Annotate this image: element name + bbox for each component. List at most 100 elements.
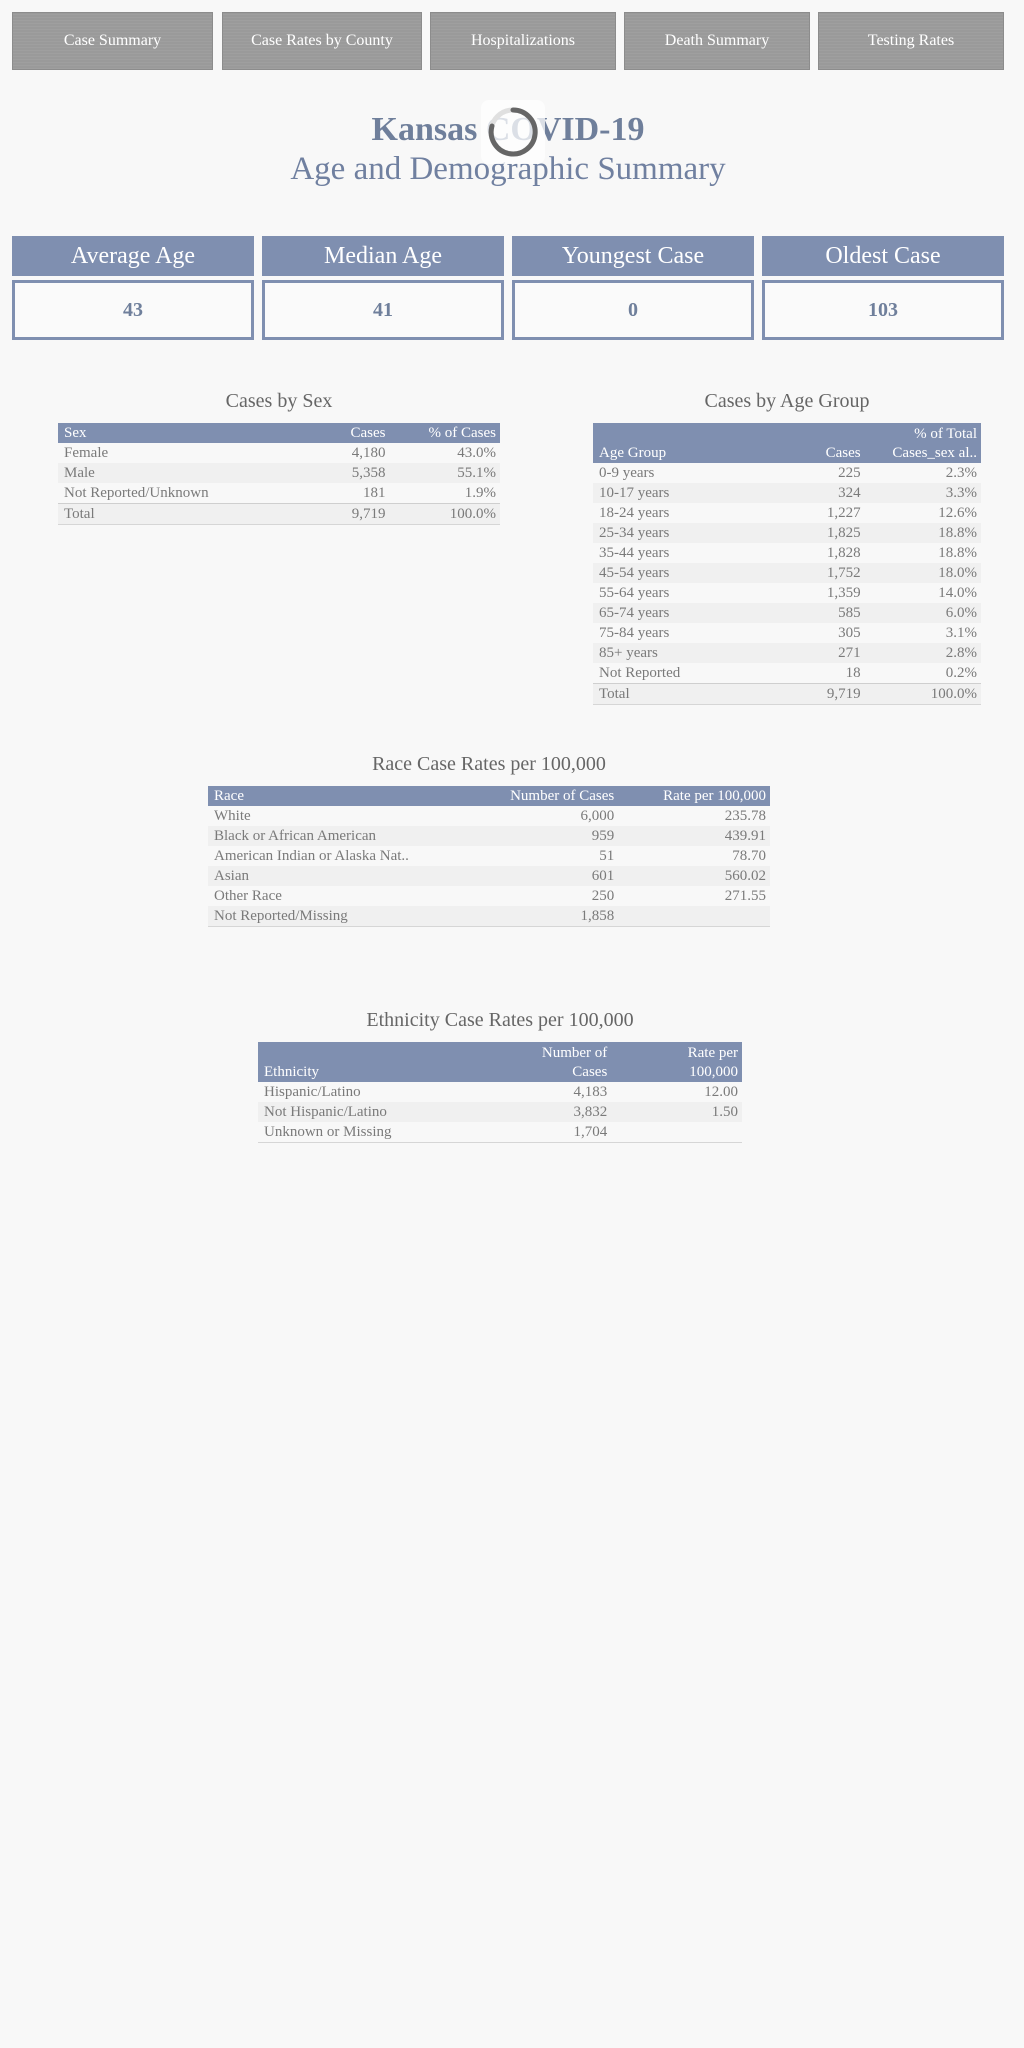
table-cell: 271.55 [618, 886, 770, 906]
table-cell: 959 [466, 826, 619, 846]
table-row: Female 4,180 43.0% [58, 443, 500, 463]
table-cell: 43.0% [389, 443, 500, 463]
table-cell: 14.0% [864, 583, 981, 603]
table-cell: 235.78 [618, 806, 770, 826]
kpi-average-age: Average Age 43 [12, 236, 254, 340]
table-row: 75-84 years 305 3.1% [593, 623, 981, 643]
table-cell: Not Reported [593, 663, 787, 684]
table-row: 35-44 years 1,828 18.8% [593, 543, 981, 563]
table-cell: White [208, 806, 467, 826]
column-header[interactable]: Race [208, 786, 467, 806]
table-cell: 55.1% [389, 463, 500, 483]
table-cell: American Indian or Alaska Nat.. [208, 846, 467, 866]
header-line: Cases [572, 1064, 608, 1080]
table-cell: 6.0% [864, 603, 981, 623]
table-cell: 51 [466, 846, 619, 866]
header-line: 100,000 [689, 1064, 738, 1080]
column-header[interactable]: Cases [787, 423, 865, 463]
race-table-title: Race Case Rates per 100,000 [372, 753, 606, 775]
column-header[interactable]: Number of Cases [480, 1042, 612, 1082]
table-row: Not Hispanic/Latino 3,832 1.50 [258, 1102, 742, 1122]
column-header[interactable]: Age Group [593, 423, 787, 463]
kpi-value: 103 [762, 280, 1004, 340]
table-cell [611, 1122, 742, 1143]
table-cell: 55-64 years [593, 583, 787, 603]
table-cell [618, 906, 770, 927]
table-cell: 100.0% [389, 503, 500, 525]
table-cell: 439.91 [618, 826, 770, 846]
table-row: 25-34 years 1,825 18.8% [593, 523, 981, 543]
sex-table-title: Cases by Sex [225, 390, 333, 412]
table-cell: Not Reported/Unknown [58, 483, 302, 504]
ethnicity-table: Ethnicity Number of Cases Rate per 100,000… [258, 1042, 742, 1143]
table-cell: 18-24 years [593, 503, 787, 523]
table-cell: 271 [787, 643, 865, 663]
nav-hospitalizations[interactable]: Hospitalizations [430, 12, 616, 70]
table-row: Unknown or Missing 1,704 [258, 1122, 742, 1143]
table-cell: 12.00 [611, 1082, 742, 1102]
column-header[interactable]: Rate per 100,000 [618, 786, 770, 806]
table-cell: Male [58, 463, 302, 483]
table-row: 10-17 years 324 3.3% [593, 483, 981, 503]
table-cell: 75-84 years [593, 623, 787, 643]
table-cell: 65-74 years [593, 603, 787, 623]
table-cell: 78.70 [618, 846, 770, 866]
table-cell: Not Reported/Missing [208, 906, 467, 927]
table-cell: 85+ years [593, 643, 787, 663]
table-cell: 1,227 [787, 503, 865, 523]
table-cell: 10-17 years [593, 483, 787, 503]
table-cell: 18.0% [864, 563, 981, 583]
table-row: 45-54 years 1,752 18.0% [593, 563, 981, 583]
nav-case-rates-by-county[interactable]: Case Rates by County [222, 12, 422, 70]
table-cell: 324 [787, 483, 865, 503]
column-header[interactable]: Rate per 100,000 [611, 1042, 742, 1082]
table-total-row: Total 9,719 100.0% [58, 503, 500, 525]
table-cell: 0-9 years [593, 463, 787, 483]
nav-case-summary[interactable]: Case Summary [12, 12, 213, 70]
table-cell: Asian [208, 866, 467, 886]
table-cell: 305 [787, 623, 865, 643]
nav-death-summary[interactable]: Death Summary [624, 12, 810, 70]
header-line: % of Total [914, 426, 977, 442]
table-row: Male 5,358 55.1% [58, 463, 500, 483]
nav-label: Testing Rates [867, 32, 955, 49]
kpi-youngest-case: Youngest Case 0 [512, 236, 754, 340]
column-header[interactable]: Cases [301, 423, 390, 443]
table-cell: 4,180 [301, 443, 390, 463]
race-table: Race Number of Cases Rate per 100,000 Wh… [208, 786, 770, 927]
column-header[interactable]: % of Total Cases_sex al.. [864, 423, 981, 463]
table-cell: 25-34 years [593, 523, 787, 543]
table-cell: 9,719 [787, 683, 865, 705]
column-header[interactable]: Sex [58, 423, 302, 443]
age-table: Age Group Cases % of Total Cases_sex al..… [593, 423, 981, 705]
column-header[interactable]: % of Cases [389, 423, 500, 443]
kpi-median-age: Median Age 41 [262, 236, 504, 340]
top-nav: Case Summary Case Rates by County Hospit… [12, 12, 1012, 70]
table-cell: Total [58, 503, 302, 525]
table-cell: Total [593, 683, 787, 705]
table-row: Asian 601 560.02 [208, 866, 770, 886]
nav-testing-rates[interactable]: Testing Rates [818, 12, 1004, 70]
table-cell: 18.8% [864, 523, 981, 543]
table-cell: 560.02 [618, 866, 770, 886]
table-cell: 1,704 [480, 1122, 612, 1143]
table-cell: 181 [301, 483, 390, 504]
table-row: 18-24 years 1,227 12.6% [593, 503, 981, 523]
nav-label: Case Summary [63, 32, 162, 49]
column-header[interactable]: Ethnicity [258, 1042, 481, 1082]
table-cell: 1,858 [466, 906, 619, 927]
table-cell: Unknown or Missing [258, 1122, 481, 1143]
table-cell: 35-44 years [593, 543, 787, 563]
header-line: Cases_sex al.. [892, 445, 977, 461]
kpi-oldest-case: Oldest Case 103 [762, 236, 1004, 340]
table-cell: 5,358 [301, 463, 390, 483]
table-cell: 2.3% [864, 463, 981, 483]
column-header[interactable]: Number of Cases [466, 786, 619, 806]
table-cell: 18.8% [864, 543, 981, 563]
table-cell: 250 [466, 886, 619, 906]
table-cell: 1,825 [787, 523, 865, 543]
table-total-row: Total 9,719 100.0% [593, 683, 981, 705]
sex-table: Sex Cases % of Cases Female 4,180 43.0% Ma… [58, 423, 500, 525]
header-line: Number of [541, 1045, 608, 1061]
nav-label: Hospitalizations [471, 32, 575, 49]
